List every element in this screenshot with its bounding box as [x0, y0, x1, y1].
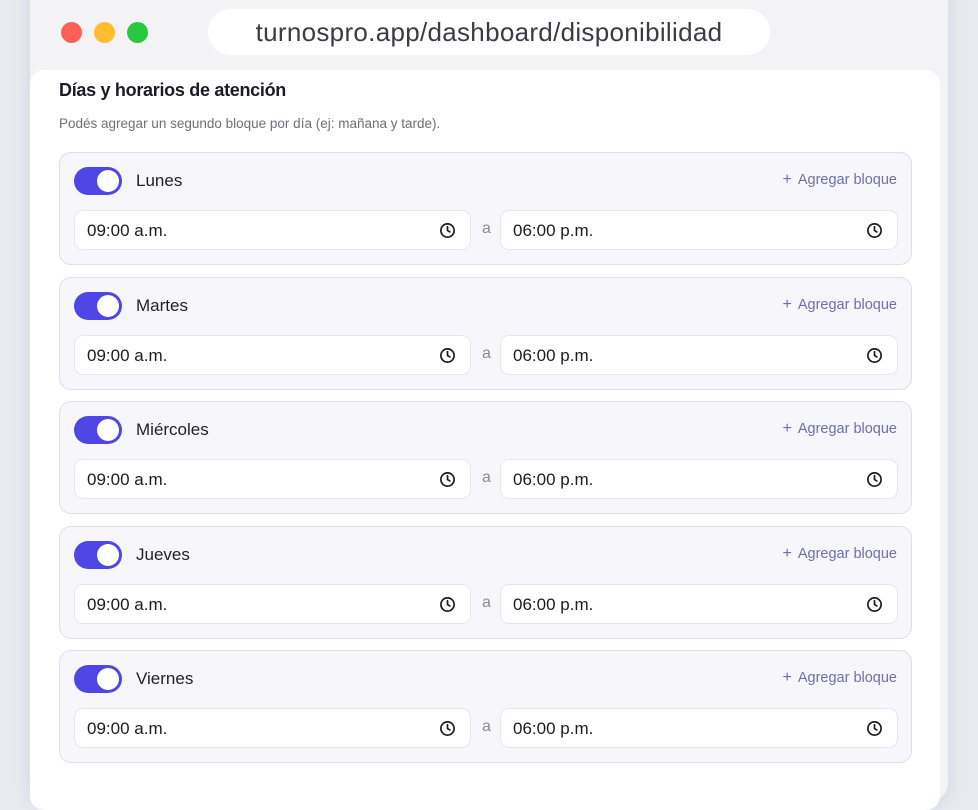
availability-panel: Días y horarios de atención Podés agrega… — [30, 70, 940, 810]
start-time-input[interactable]: 09:00 a.m. — [74, 334, 471, 375]
add-block-label: Agregar bloque — [797, 545, 897, 562]
start-time-value: 09:00 a.m. — [87, 345, 168, 365]
plus-icon: + — [782, 171, 792, 188]
time-range-separator: a — [482, 344, 491, 362]
end-time-value: 06:00 p.m. — [513, 594, 594, 614]
start-time-value: 09:00 a.m. — [87, 594, 168, 614]
add-block-label: Agregar bloque — [797, 172, 897, 188]
end-time-value: 06:00 p.m. — [513, 719, 594, 738]
add-block-button[interactable]: + Agregar bloque — [782, 669, 897, 687]
clock-icon[interactable] — [439, 471, 456, 488]
toggle-knob — [97, 668, 119, 690]
browser-window: turnospro.app/dashboard/disponibilidad D… — [30, 0, 948, 810]
toggle-knob — [97, 419, 119, 441]
add-block-label: Agregar bloque — [797, 670, 897, 686]
day-name: Martes — [136, 295, 188, 315]
day-card-lunes: Lunes + Agregar bloque 09:00 a.m. a 06:0… — [59, 152, 912, 265]
section-subtitle: Podés agregar un segundo bloque por día … — [59, 116, 441, 131]
time-range-separator: a — [482, 718, 491, 735]
day-toggle[interactable] — [74, 291, 122, 320]
clock-icon[interactable] — [439, 720, 456, 737]
day-name: Viernes — [136, 669, 194, 688]
maximize-window-button[interactable] — [127, 22, 148, 43]
clock-icon[interactable] — [439, 596, 456, 613]
add-block-label: Agregar bloque — [797, 421, 897, 437]
plus-icon: + — [782, 420, 792, 437]
time-range-separator: a — [482, 220, 491, 237]
end-time-input[interactable]: 06:00 p.m. — [500, 459, 898, 499]
plus-icon: + — [782, 669, 792, 686]
clock-icon[interactable] — [866, 471, 883, 488]
day-card-viernes: Viernes + Agregar bloque 09:00 a.m. a 06… — [59, 650, 912, 763]
start-time-value: 09:00 a.m. — [87, 221, 168, 240]
day-name: Lunes — [136, 171, 183, 190]
end-time-input[interactable]: 06:00 p.m. — [500, 583, 898, 624]
minimize-window-button[interactable] — [94, 22, 115, 43]
address-bar-url: turnospro.app/dashboard/disponibilidad — [255, 16, 723, 47]
plus-icon: + — [782, 295, 792, 313]
clock-icon[interactable] — [866, 347, 883, 364]
window-controls — [61, 22, 148, 43]
day-toggle[interactable] — [74, 665, 122, 693]
start-time-input[interactable]: 09:00 a.m. — [74, 459, 471, 499]
time-range-separator: a — [482, 593, 491, 611]
add-block-label: Agregar bloque — [797, 296, 897, 313]
start-time-input[interactable]: 09:00 a.m. — [74, 708, 471, 748]
section-title: Días y horarios de atención — [59, 80, 286, 100]
day-name: Miércoles — [136, 420, 209, 439]
end-time-value: 06:00 p.m. — [513, 470, 594, 489]
end-time-input[interactable]: 06:00 p.m. — [500, 334, 898, 375]
add-block-button[interactable]: + Agregar bloque — [782, 420, 897, 438]
add-block-button[interactable]: + Agregar bloque — [782, 171, 897, 189]
day-toggle[interactable] — [74, 416, 122, 444]
toggle-knob — [97, 170, 119, 192]
toggle-knob — [97, 543, 119, 566]
day-card-martes: Martes + Agregar bloque 09:00 a.m. a 06:… — [59, 276, 912, 390]
end-time-value: 06:00 p.m. — [513, 221, 594, 240]
start-time-value: 09:00 a.m. — [87, 470, 168, 489]
address-bar[interactable]: turnospro.app/dashboard/disponibilidad — [208, 9, 770, 55]
end-time-input[interactable]: 06:00 p.m. — [500, 708, 898, 748]
day-card-jueves: Jueves + Agregar bloque 09:00 a.m. a 06:… — [59, 525, 912, 639]
end-time-input[interactable]: 06:00 p.m. — [500, 210, 898, 250]
end-time-value: 06:00 p.m. — [513, 345, 594, 365]
start-time-value: 09:00 a.m. — [87, 719, 168, 738]
day-card-miercoles: Miércoles + Agregar bloque 09:00 a.m. a … — [59, 401, 912, 514]
close-window-button[interactable] — [61, 22, 82, 43]
clock-icon[interactable] — [866, 720, 883, 737]
day-name: Jueves — [136, 544, 190, 564]
start-time-input[interactable]: 09:00 a.m. — [74, 210, 471, 250]
clock-icon[interactable] — [866, 596, 883, 613]
day-toggle[interactable] — [74, 167, 122, 195]
start-time-input[interactable]: 09:00 a.m. — [74, 583, 471, 624]
add-block-button[interactable]: + Agregar bloque — [782, 295, 897, 313]
add-block-button[interactable]: + Agregar bloque — [782, 544, 897, 562]
clock-icon[interactable] — [439, 222, 456, 239]
plus-icon: + — [782, 544, 792, 562]
time-range-separator: a — [482, 469, 491, 486]
toggle-knob — [97, 294, 119, 317]
clock-icon[interactable] — [439, 347, 456, 364]
day-toggle[interactable] — [74, 540, 122, 569]
clock-icon[interactable] — [866, 222, 883, 239]
